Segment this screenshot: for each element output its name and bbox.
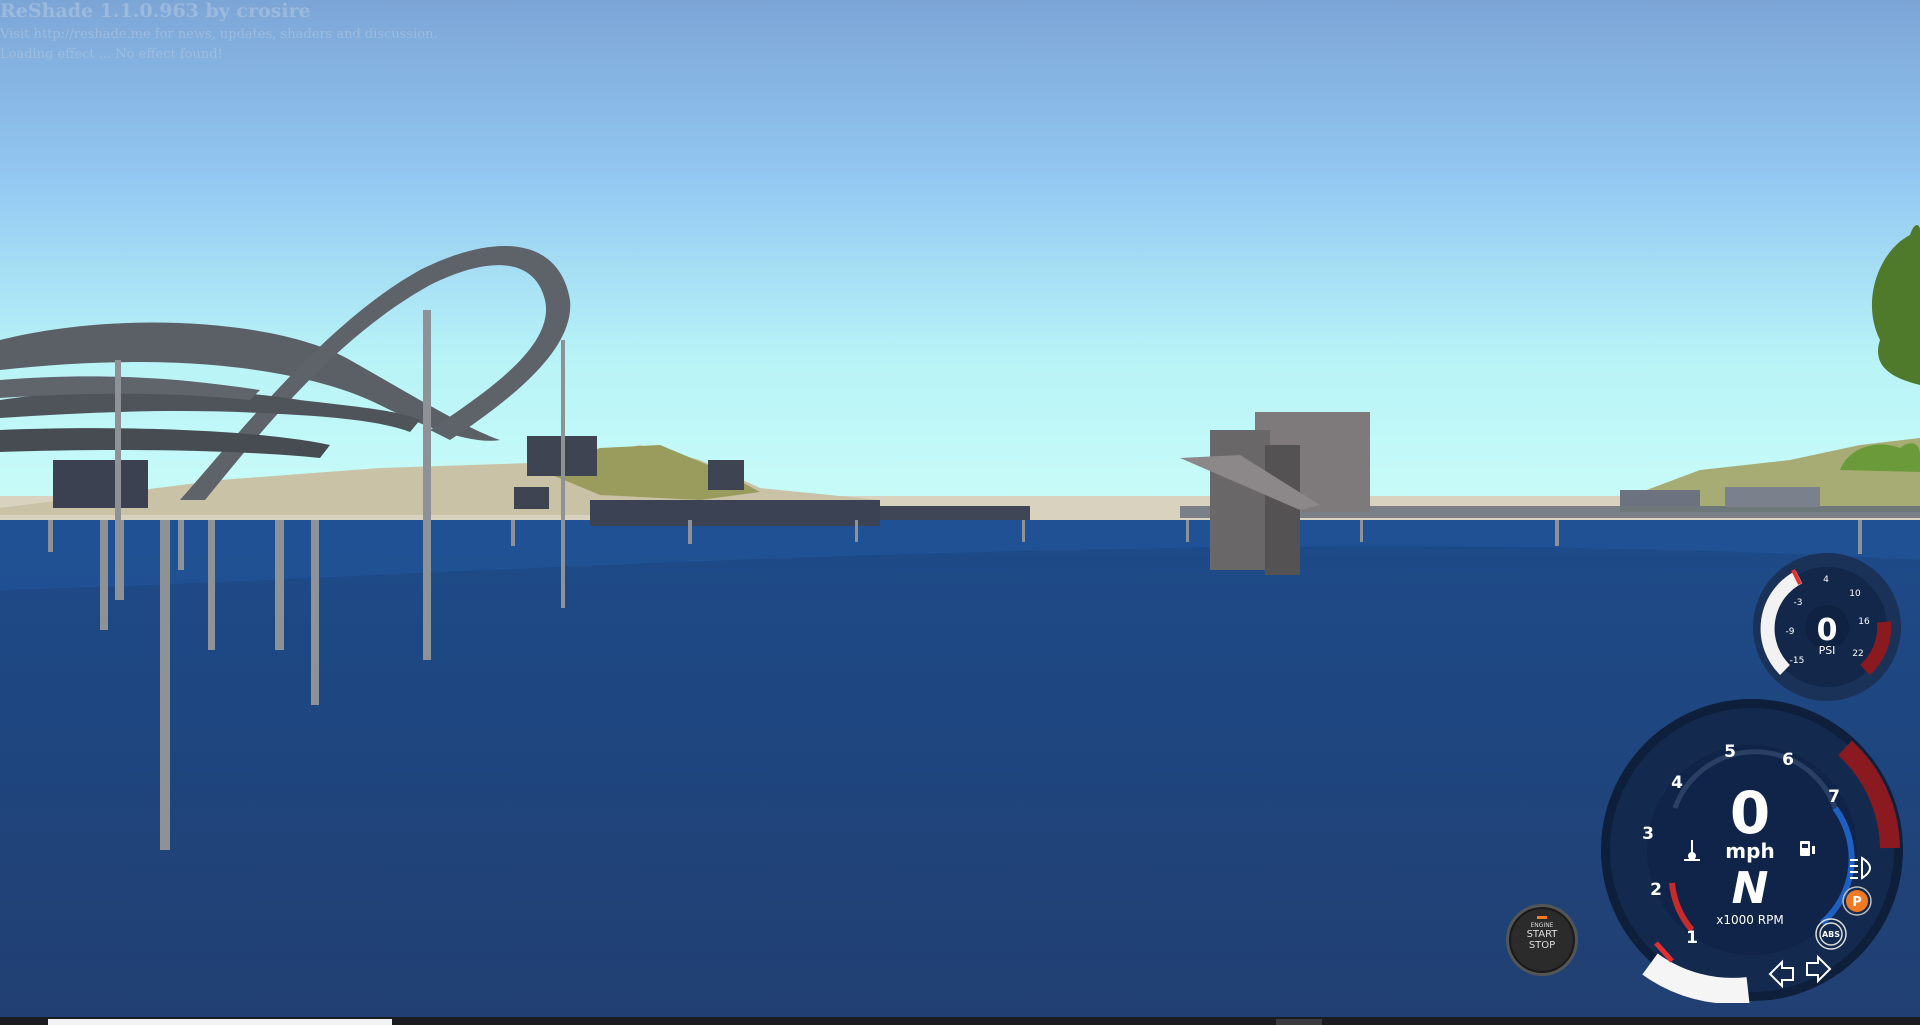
engine-status-led (1537, 916, 1547, 919)
reshade-status: Loading effect ... No effect found! (0, 47, 223, 62)
bottom-marker (1276, 1019, 1322, 1025)
boost-value: 0 (1817, 613, 1838, 648)
tower-front (1210, 430, 1270, 570)
reshade-info: Visit http://reshade.me for news, update… (0, 27, 438, 42)
dock-block (590, 500, 880, 526)
speedometer: 1 2 3 4 5 6 7 0 mph N x1000 RPM P ABS (1601, 699, 1903, 1003)
dock-block (880, 506, 1030, 520)
rpm-tick: 6 (1782, 750, 1794, 770)
boost-tick: 4 (1823, 575, 1829, 585)
rpm-tick: 2 (1650, 880, 1662, 900)
gear-indicator: N (1732, 863, 1769, 914)
boost-tick: 16 (1858, 617, 1870, 627)
boost-tick: 10 (1849, 589, 1861, 599)
hangar (1620, 490, 1700, 506)
rpm-tick: 1 (1686, 928, 1698, 948)
svg-text:P: P (1852, 895, 1862, 910)
rpm-label: x1000 RPM (1716, 913, 1783, 927)
start-label: START (1526, 929, 1558, 940)
hangar (1725, 487, 1820, 507)
rpm-tick: 4 (1671, 773, 1683, 793)
sky (0, 0, 1920, 512)
boost-tick: -3 (1794, 598, 1803, 608)
boost-tick: 22 (1852, 649, 1863, 659)
parking-brake-indicator: P (1842, 886, 1872, 916)
speed-value: 0 (1730, 779, 1770, 847)
rpm-tick: 7 (1828, 787, 1840, 807)
engine-label: ENGINE (1530, 922, 1554, 929)
building-block (708, 460, 744, 490)
stop-label: STOP (1528, 940, 1556, 951)
reshade-title: ReShade 1.1.0.963 by crosire (0, 0, 311, 22)
bottom-progress-segment (48, 1019, 392, 1025)
building-block (53, 460, 148, 508)
svg-text:ABS: ABS (1822, 930, 1840, 939)
bottom-bar (0, 1017, 1920, 1025)
speed-unit: mph (1725, 839, 1774, 863)
boost-unit: PSI (1819, 644, 1836, 657)
abs-indicator: ABS (1815, 918, 1847, 950)
boost-tick: -15 (1790, 656, 1805, 666)
rpm-tick: 3 (1642, 824, 1654, 844)
engine-start-stop-button[interactable]: ENGINE START STOP (1506, 904, 1578, 976)
rpm-tick: 5 (1724, 742, 1736, 762)
boost-tick: -9 (1786, 627, 1795, 637)
boost-gauge: -15 -9 -3 4 10 16 22 0 PSI (1753, 553, 1901, 701)
tower-shadow (1265, 445, 1300, 575)
building-block (514, 487, 549, 509)
